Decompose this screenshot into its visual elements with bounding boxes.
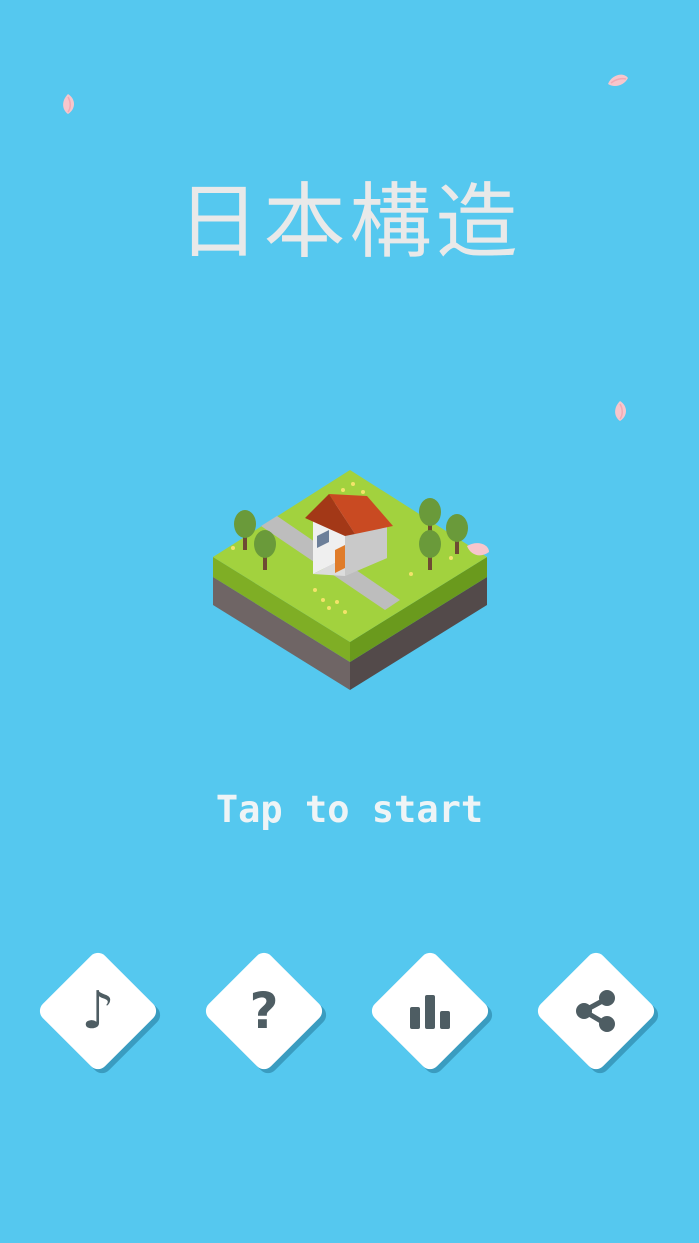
music-button[interactable]: ♪	[34, 947, 162, 1075]
leaderboard-button[interactable]	[366, 947, 494, 1075]
bar-chart-icon	[366, 947, 494, 1075]
question-mark-icon: ?	[249, 982, 279, 1040]
share-icon	[532, 947, 660, 1075]
sakura-petal-icon	[615, 401, 626, 421]
isometric-house-island	[213, 470, 489, 690]
help-button[interactable]: ?	[200, 947, 328, 1075]
music-note-icon: ♪	[81, 981, 115, 1041]
sakura-petal-icon	[63, 94, 74, 114]
sakura-petal-icon	[608, 74, 628, 86]
tap-to-start-prompt[interactable]: Tap to start	[0, 786, 699, 834]
game-title: 日本構造	[177, 175, 522, 270]
share-button[interactable]	[532, 947, 660, 1075]
